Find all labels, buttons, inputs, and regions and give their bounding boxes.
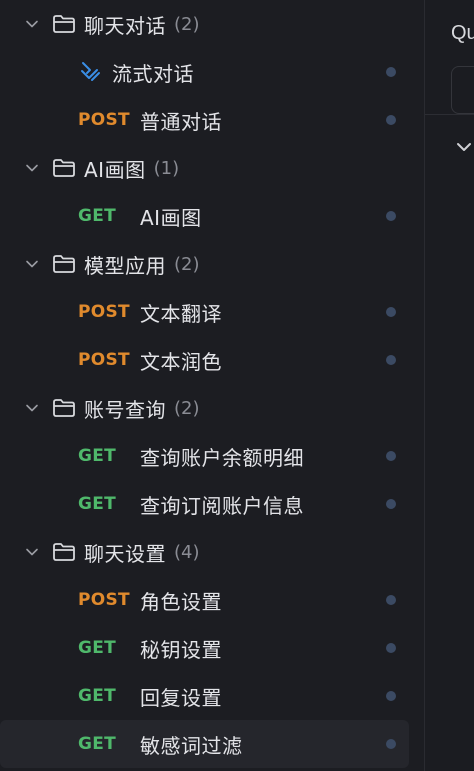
status-dot bbox=[386, 115, 396, 125]
method-badge: POST bbox=[78, 302, 130, 322]
status-dot bbox=[386, 739, 396, 749]
app-window: 聊天对话 (2) 流式对话 POST 普通对话 AI画图 (1) GET AI画图模型应用 (2)… bbox=[0, 0, 474, 771]
method-badge: GET bbox=[78, 494, 117, 514]
folder-name: 模型应用 bbox=[84, 253, 166, 278]
chevron-down-icon[interactable] bbox=[455, 138, 473, 156]
api-item-name: AI画图 bbox=[140, 205, 202, 230]
folder-row[interactable]: 账号查询 (2) bbox=[0, 384, 424, 432]
folder-name: 账号查询 bbox=[84, 397, 166, 422]
status-dot bbox=[386, 643, 396, 653]
request-url-box[interactable] bbox=[451, 66, 474, 114]
api-item-name: 角色设置 bbox=[140, 589, 222, 614]
api-item-name: 普通对话 bbox=[140, 109, 222, 134]
folder-row[interactable]: AI画图 (1) bbox=[0, 144, 424, 192]
method-badge: POST bbox=[78, 590, 130, 610]
method-badge: GET bbox=[78, 206, 117, 226]
request-tab-title[interactable]: Qu bbox=[451, 22, 474, 45]
method-badge: GET bbox=[78, 638, 117, 658]
folder-count: (2) bbox=[174, 13, 200, 35]
api-item-row[interactable]: POST 文本翻译 bbox=[0, 288, 424, 336]
api-item-row[interactable]: GET 回复设置 bbox=[0, 672, 424, 720]
folder-count: (1) bbox=[153, 157, 180, 179]
status-dot bbox=[386, 211, 396, 221]
stream-icon bbox=[78, 60, 102, 84]
chevron-down-icon[interactable] bbox=[24, 16, 40, 32]
chevron-down-icon[interactable] bbox=[24, 160, 40, 176]
folder-row[interactable]: 聊天对话 (2) bbox=[0, 0, 424, 48]
api-item-name: 秘钥设置 bbox=[140, 637, 222, 662]
folder-count: (2) bbox=[174, 397, 200, 419]
folder-row[interactable]: 聊天设置 (4) bbox=[0, 528, 424, 576]
panel-separator bbox=[425, 114, 474, 115]
method-badge: GET bbox=[78, 446, 117, 466]
api-item-name: 流式对话 bbox=[112, 61, 194, 86]
folder-name: 聊天对话 bbox=[84, 13, 166, 38]
status-dot bbox=[386, 67, 396, 77]
api-item-row[interactable]: GET 查询账户余额明细 bbox=[0, 432, 424, 480]
folder-row[interactable]: 模型应用 (2) bbox=[0, 240, 424, 288]
api-item-name: 文本翻译 bbox=[140, 301, 222, 326]
folder-icon bbox=[52, 14, 76, 34]
folder-count: (2) bbox=[174, 253, 200, 275]
status-dot bbox=[386, 499, 396, 509]
folder-name: AI画图 bbox=[84, 157, 146, 182]
api-item-row[interactable]: GET 秘钥设置 bbox=[0, 624, 424, 672]
status-dot bbox=[386, 307, 396, 317]
api-item-row[interactable]: GET 查询订阅账户信息 bbox=[0, 480, 424, 528]
api-item-name: 查询账户余额明细 bbox=[140, 445, 304, 470]
status-dot bbox=[386, 355, 396, 365]
api-item-name: 敏感词过滤 bbox=[140, 733, 243, 758]
api-item-row[interactable]: POST 文本润色 bbox=[0, 336, 424, 384]
api-item-row[interactable]: POST 普通对话 bbox=[0, 96, 424, 144]
status-dot bbox=[386, 691, 396, 701]
api-tree: 聊天对话 (2) 流式对话 POST 普通对话 AI画图 (1) GET AI画图模型应用 (2)… bbox=[0, 0, 424, 768]
api-item-row[interactable]: GET AI画图 bbox=[0, 192, 424, 240]
api-item-name: 回复设置 bbox=[140, 685, 222, 710]
method-badge: POST bbox=[78, 350, 130, 370]
method-badge: POST bbox=[78, 110, 130, 130]
api-item-name: 文本润色 bbox=[140, 349, 222, 374]
api-item-row[interactable]: POST 角色设置 bbox=[0, 576, 424, 624]
api-tree-sidebar: 聊天对话 (2) 流式对话 POST 普通对话 AI画图 (1) GET AI画图模型应用 (2)… bbox=[0, 0, 424, 771]
api-item-row[interactable]: GET 敏感词过滤 bbox=[0, 720, 409, 768]
request-panel: Qu bbox=[425, 0, 474, 771]
status-dot bbox=[386, 595, 396, 605]
folder-count: (4) bbox=[174, 541, 200, 563]
folder-icon bbox=[52, 542, 76, 562]
status-dot bbox=[386, 451, 396, 461]
chevron-down-icon[interactable] bbox=[24, 400, 40, 416]
chevron-down-icon[interactable] bbox=[24, 544, 40, 560]
chevron-down-icon[interactable] bbox=[24, 256, 40, 272]
method-badge: GET bbox=[78, 734, 117, 754]
folder-icon bbox=[52, 254, 76, 274]
api-item-row[interactable]: 流式对话 bbox=[0, 48, 424, 96]
method-badge: GET bbox=[78, 686, 117, 706]
api-item-name: 查询订阅账户信息 bbox=[140, 493, 304, 518]
folder-name: 聊天设置 bbox=[84, 541, 166, 566]
folder-icon bbox=[52, 398, 76, 418]
folder-icon bbox=[52, 158, 76, 178]
